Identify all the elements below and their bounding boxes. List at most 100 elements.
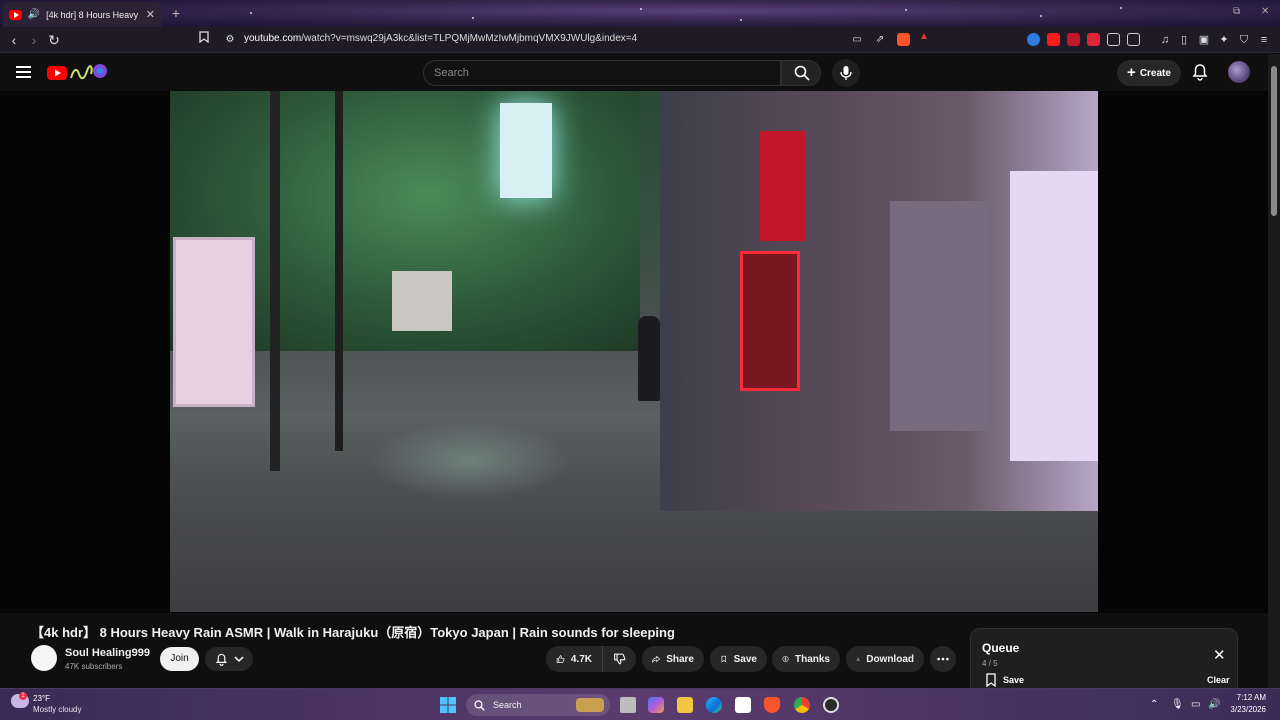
- thumbs-up-icon: [556, 655, 565, 663]
- back-icon[interactable]: ‹: [5, 31, 23, 49]
- video-frame-lit-window: [1010, 171, 1098, 461]
- extension-icon[interactable]: [1107, 33, 1120, 46]
- queue-panel: Queue 4 / 5 ✕ Save Clear: [970, 628, 1238, 690]
- close-queue-icon[interactable]: ✕: [1213, 646, 1226, 664]
- audio-playing-icon[interactable]: 🔊: [28, 9, 40, 20]
- clear-queue-button[interactable]: Clear: [1207, 675, 1230, 685]
- video-frame-red-doorway: [740, 251, 800, 391]
- extension-icon[interactable]: [1047, 33, 1060, 46]
- extension-icon[interactable]: [1087, 33, 1100, 46]
- save-queue-button[interactable]: Save: [985, 673, 1024, 687]
- youtube-logo-icon[interactable]: [47, 62, 109, 84]
- site-info-icon[interactable]: ⚙: [221, 31, 239, 49]
- channel-avatar[interactable]: [31, 645, 57, 671]
- save-button[interactable]: Save: [710, 646, 767, 672]
- wallet-icon[interactable]: ▣: [1195, 31, 1213, 49]
- media-controls-icon[interactable]: ♫: [1156, 31, 1174, 49]
- video-frame-bus: [392, 271, 452, 331]
- brave-icon[interactable]: [764, 697, 780, 713]
- network-icon[interactable]: ▭: [1191, 699, 1200, 710]
- dislike-button[interactable]: [602, 646, 636, 672]
- extension-icon[interactable]: [1127, 33, 1140, 46]
- brave-shields-icon[interactable]: [897, 33, 910, 46]
- background-star: [250, 12, 252, 14]
- create-label: Create: [1139, 67, 1171, 79]
- tab-close-icon[interactable]: ✕: [146, 8, 155, 21]
- clock-date[interactable]: 3/23/2026: [1226, 705, 1266, 714]
- share-page-icon[interactable]: ⇗: [871, 31, 889, 49]
- notifications-icon[interactable]: [1191, 63, 1209, 81]
- chrome-icon[interactable]: [794, 697, 810, 713]
- guide-menu-icon[interactable]: [16, 66, 31, 78]
- obs-icon[interactable]: [823, 697, 839, 713]
- download-button[interactable]: Download: [846, 646, 924, 672]
- extension-icon[interactable]: [1027, 33, 1040, 46]
- vpn-icon[interactable]: ⛉: [1235, 31, 1253, 49]
- search-icon: [474, 699, 485, 711]
- reload-icon[interactable]: ↻: [45, 31, 63, 49]
- weather-description[interactable]: Mostly cloudy: [33, 705, 81, 714]
- leo-ai-icon[interactable]: ✦: [1215, 31, 1233, 49]
- cast-icon[interactable]: ▭: [848, 31, 866, 49]
- thanks-label: Thanks: [794, 653, 830, 665]
- address-bar[interactable]: youtube.com/watch?v=mswq29jA3kc&list=TLP…: [244, 33, 637, 44]
- sidebar-icon[interactable]: ▯: [1175, 31, 1193, 49]
- share-button[interactable]: Share: [642, 646, 704, 672]
- download-label: Download: [866, 653, 914, 665]
- edge-icon[interactable]: [706, 697, 722, 713]
- page-scrollbar[interactable]: [1268, 54, 1280, 688]
- account-avatar[interactable]: [1228, 61, 1250, 83]
- scrollbar-thumb[interactable]: [1271, 66, 1277, 216]
- bookmark-icon: [986, 673, 996, 687]
- video-frame-neon-sign: [500, 103, 552, 198]
- windows-start-icon[interactable]: [440, 697, 456, 713]
- video-player[interactable]: [170, 91, 1098, 612]
- more-horizontal-icon: [937, 657, 949, 661]
- close-window-icon[interactable]: ✕: [1261, 6, 1269, 17]
- brave-rewards-icon[interactable]: ▲: [919, 31, 932, 44]
- restore-window-icon[interactable]: ⧉: [1233, 6, 1240, 17]
- background-star: [472, 17, 474, 19]
- bell-icon: [215, 653, 227, 666]
- queue-title: Queue: [982, 641, 1020, 655]
- task-view-icon[interactable]: [620, 697, 636, 713]
- menu-icon[interactable]: ≡: [1255, 31, 1273, 49]
- weather-alert-badge: 1: [19, 692, 27, 700]
- notification-settings-button[interactable]: [205, 647, 253, 671]
- voice-search-button[interactable]: [832, 59, 860, 87]
- video-frame-billboard: [173, 237, 255, 407]
- subscriber-count: 47K subscribers: [65, 662, 123, 671]
- browser-tab-active[interactable]: 🔊 [4k hdr] 8 Hours Heavy Rain ✕: [3, 2, 161, 27]
- background-star: [1120, 7, 1122, 9]
- more-actions-button[interactable]: [930, 646, 956, 672]
- search-button[interactable]: [781, 60, 821, 86]
- weather-temperature[interactable]: 23°F: [33, 694, 50, 703]
- like-button[interactable]: 4.7K: [546, 646, 602, 672]
- microsoft-store-icon[interactable]: [735, 697, 751, 713]
- thanks-button[interactable]: Thanks: [772, 646, 840, 672]
- bookmark-icon[interactable]: [195, 31, 213, 49]
- youtube-masthead: Search + Create: [0, 54, 1280, 91]
- channel-name[interactable]: Soul Healing999: [65, 647, 150, 659]
- create-button[interactable]: + Create: [1117, 60, 1181, 86]
- forward-icon[interactable]: ›: [25, 31, 43, 49]
- like-count: 4.7K: [570, 653, 592, 665]
- join-button[interactable]: Join: [160, 647, 199, 671]
- url-path: /watch?v=mswq29jA3kc&list=TLPQMjMwMzIwMj…: [301, 33, 638, 44]
- microphone-tray-icon[interactable]: 🎙: [1171, 699, 1184, 710]
- copilot-icon[interactable]: [648, 697, 664, 713]
- background-star: [1040, 15, 1042, 17]
- search-icon: [794, 65, 810, 81]
- clock-time[interactable]: 7:12 AM: [1230, 693, 1266, 702]
- super-thanks-icon: [782, 655, 789, 663]
- volume-icon[interactable]: 🔊: [1208, 699, 1220, 710]
- new-tab-button[interactable]: +: [168, 5, 184, 21]
- tab-title: [4k hdr] 8 Hours Heavy Rain: [46, 9, 140, 20]
- thumbs-down-icon: [614, 653, 626, 665]
- show-hidden-icons-icon[interactable]: ⌃: [1150, 699, 1158, 710]
- taskbar-search[interactable]: Search: [466, 694, 610, 716]
- extension-icon[interactable]: [1067, 33, 1080, 46]
- file-explorer-icon[interactable]: [677, 697, 693, 713]
- browser-toolbar: ‹ › ↻ ⚙ youtube.com/watch?v=mswq29jA3kc&…: [0, 27, 1280, 53]
- search-input[interactable]: Search: [423, 60, 781, 86]
